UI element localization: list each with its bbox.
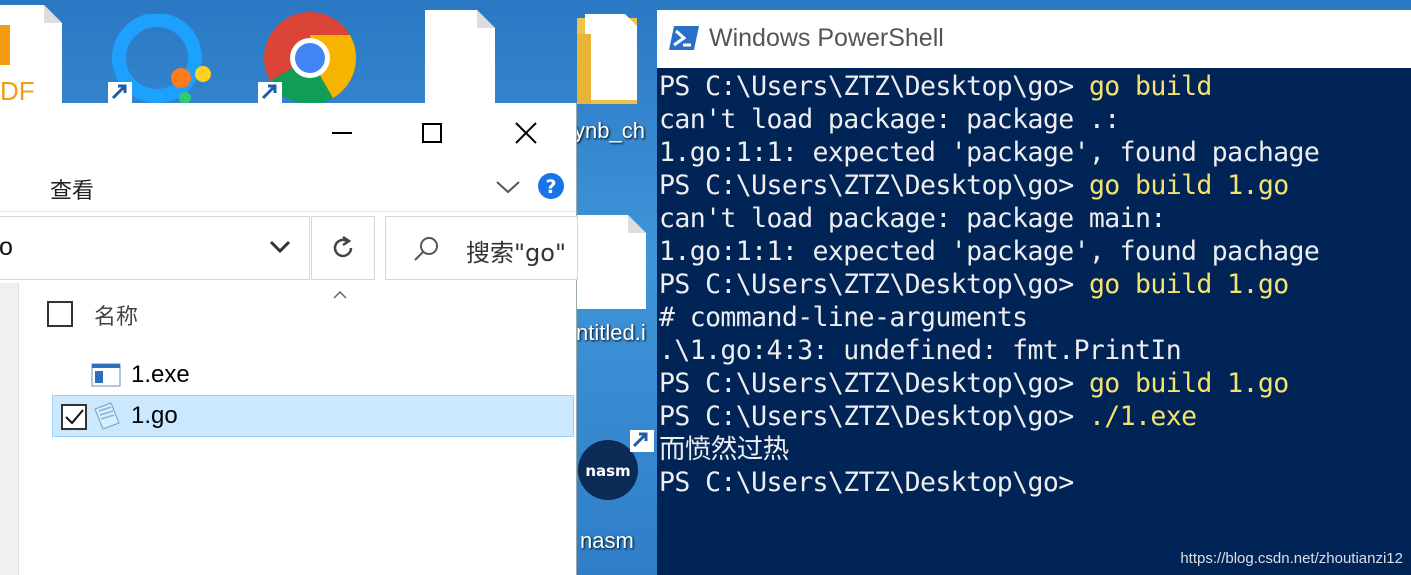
search-input[interactable]: 搜索"go" bbox=[385, 216, 578, 280]
help-icon: ? bbox=[538, 173, 564, 199]
nasm-icon[interactable]: nasm bbox=[576, 430, 656, 510]
file-name: 1.exe bbox=[131, 361, 190, 388]
help-button[interactable]: ? bbox=[537, 172, 565, 200]
refresh-button[interactable] bbox=[311, 216, 375, 280]
file-name: 1.go bbox=[131, 402, 178, 429]
svg-text:?: ? bbox=[545, 176, 556, 198]
chrome-icon[interactable] bbox=[255, 8, 363, 105]
minimize-icon bbox=[332, 132, 352, 134]
terminal-line: PS C:\Users\ZTZ\Desktop\go> ./1.exe bbox=[659, 401, 1197, 432]
close-icon bbox=[515, 122, 537, 144]
window-title: Windows PowerShell bbox=[709, 24, 944, 52]
ribbon-expand-button[interactable] bbox=[494, 177, 522, 197]
navigation-pane[interactable] bbox=[0, 283, 19, 575]
terminal-output[interactable]: PS C:\Users\ZTZ\Desktop\go> go build can… bbox=[659, 70, 1411, 499]
select-all-checkbox[interactable] bbox=[47, 301, 73, 327]
folder-label: ynb_ch bbox=[574, 118, 645, 143]
check-icon bbox=[65, 409, 84, 425]
address-text: o bbox=[0, 233, 13, 261]
search-placeholder: 搜索"go" bbox=[466, 239, 566, 267]
chevron-down-icon[interactable] bbox=[269, 239, 291, 255]
list-item[interactable]: 1.go bbox=[52, 395, 574, 437]
terminal-line: PS C:\Users\ZTZ\Desktop\go> go build 1.g… bbox=[659, 368, 1289, 399]
terminal-line: .\1.go:4:3: undefined: fmt.PrintIn bbox=[659, 335, 1182, 366]
terminal-line: 1.go:1:1: expected 'package', found pach… bbox=[659, 236, 1320, 267]
tab-view[interactable]: 查看 bbox=[50, 173, 94, 205]
terminal-line: PS C:\Users\ZTZ\Desktop\go> go build bbox=[659, 71, 1212, 102]
chevron-down-icon bbox=[496, 181, 520, 194]
watermark: https://blog.csdn.net/zhoutianzi12 bbox=[1180, 550, 1403, 567]
terminal-line: can't load package: package .: bbox=[659, 104, 1120, 135]
search-icon bbox=[414, 237, 438, 261]
column-header-name[interactable]: 名称 bbox=[94, 299, 138, 331]
sort-indicator bbox=[333, 285, 347, 299]
nasm-label: nasm bbox=[580, 528, 634, 553]
minimize-button[interactable] bbox=[312, 111, 372, 155]
blank-file-icon[interactable] bbox=[576, 215, 646, 309]
untitled-label: ntitled.i bbox=[576, 320, 646, 345]
title-bar[interactable]: Windows PowerShell bbox=[657, 10, 1411, 68]
maximize-button[interactable] bbox=[402, 111, 462, 155]
qq-browser-icon[interactable] bbox=[105, 13, 215, 104]
go-file-icon bbox=[94, 402, 120, 430]
powershell-icon bbox=[669, 26, 699, 50]
terminal-line: can't load package: package main: bbox=[659, 203, 1166, 234]
close-button[interactable] bbox=[496, 111, 556, 155]
address-bar[interactable]: o bbox=[0, 216, 310, 280]
powershell-window[interactable]: Windows PowerShell PS C:\Users\ZTZ\Deskt… bbox=[657, 10, 1411, 575]
exe-icon bbox=[91, 363, 121, 387]
svg-text:nasm: nasm bbox=[585, 462, 630, 480]
blank-file-icon[interactable] bbox=[425, 10, 495, 104]
terminal-line: # command-line-arguments bbox=[659, 302, 1028, 333]
row-checkbox[interactable] bbox=[61, 404, 87, 430]
ribbon-divider bbox=[0, 211, 576, 212]
maximize-icon bbox=[422, 123, 442, 143]
chevron-up-icon bbox=[333, 290, 347, 299]
terminal-line: 1.go:1:1: expected 'package', found pach… bbox=[659, 137, 1320, 168]
terminal-line: PS C:\Users\ZTZ\Desktop\go> bbox=[659, 467, 1074, 498]
terminal-line: PS C:\Users\ZTZ\Desktop\go> go build 1.g… bbox=[659, 170, 1289, 201]
terminal-line: 而愤然过热 bbox=[659, 434, 789, 465]
terminal-line: PS C:\Users\ZTZ\Desktop\go> go build 1.g… bbox=[659, 269, 1289, 300]
folder-icon[interactable] bbox=[575, 14, 645, 106]
refresh-icon bbox=[333, 235, 353, 258]
list-item[interactable]: 1.exe bbox=[52, 354, 574, 396]
file-explorer-window: 查看 ? o 搜索"go" 名称 1.exe 1.go bbox=[0, 103, 578, 575]
